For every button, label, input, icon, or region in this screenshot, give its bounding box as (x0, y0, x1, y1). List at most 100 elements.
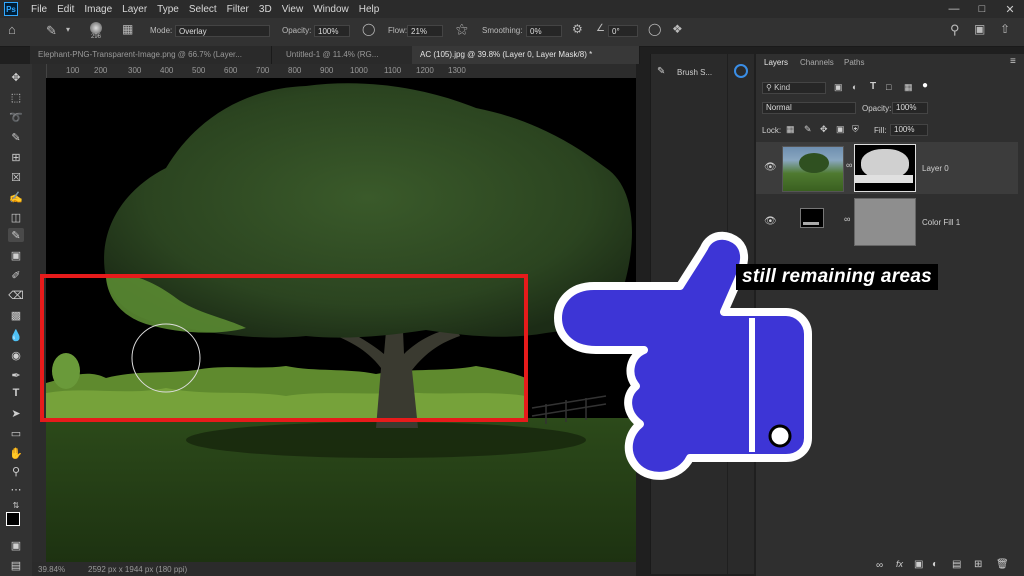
swap-colors-icon[interactable]: ⇅ (8, 498, 24, 512)
link-icon[interactable]: ∞ (846, 160, 852, 170)
smoothing-field[interactable]: 0% (526, 25, 562, 37)
brush-tool-icon[interactable]: ✎ (46, 23, 57, 39)
more-tools-icon[interactable]: ⋯ (8, 482, 24, 496)
move-tool-icon[interactable]: ✥ (8, 70, 24, 84)
tab-ac105[interactable]: AC (105).jpg @ 39.8% (Layer 0, Layer Mas… (412, 46, 640, 64)
layer-name[interactable]: Layer 0 (922, 164, 949, 173)
pen-tool-icon[interactable]: ✒ (8, 368, 24, 382)
airbrush-icon[interactable]: ⚝ (456, 22, 468, 37)
zoom-tool-icon[interactable]: ⚲ (8, 464, 24, 478)
menu-filter[interactable]: Filter (222, 4, 254, 15)
history-brush-tool-icon[interactable]: ✐ (8, 268, 24, 282)
shape-filter-icon[interactable]: □ (886, 82, 891, 92)
minimize-icon[interactable]: — (940, 0, 968, 18)
panel-menu-icon[interactable]: ≡ (1010, 56, 1016, 67)
close-icon[interactable]: ✕ (996, 0, 1024, 18)
blend-mode-dropdown[interactable]: Normal (762, 102, 856, 114)
tab-untitled[interactable]: Untitled-1 @ 11.4% (RG... (278, 46, 418, 64)
angle-field[interactable]: 0° (608, 25, 638, 37)
highlight-box (40, 274, 528, 422)
adjustment-filter-icon[interactable]: ◐ (852, 82, 857, 92)
brush-preset-picker[interactable]: 296 (86, 20, 106, 44)
eyedropper-tool-icon[interactable]: ✍ (8, 190, 24, 204)
menu-type[interactable]: Type (152, 4, 184, 15)
fill-field[interactable]: 100% (890, 124, 928, 136)
layer-mask-thumbnail[interactable] (854, 144, 916, 192)
screen-mode-icon[interactable]: ▤ (8, 558, 24, 572)
opacity-field[interactable]: 100% (314, 25, 350, 37)
brush-panel-icon[interactable]: ✎ (657, 66, 665, 77)
tab-channels[interactable]: Channels (800, 58, 834, 67)
path-select-tool-icon[interactable]: ➤ (8, 406, 24, 420)
add-mask-icon[interactable]: ▣ (914, 559, 923, 570)
stamp-tool-icon[interactable]: ▣ (8, 248, 24, 262)
link-layers-icon[interactable]: ∞ (876, 560, 883, 571)
layer-row-layer-0[interactable]: 👁 ∞ Layer 0 (756, 142, 1018, 194)
foreground-color-swatch[interactable] (6, 512, 20, 526)
tab-elephant[interactable]: Elephant-PNG-Transparent-Image.png @ 66.… (30, 46, 272, 64)
tab-paths[interactable]: Paths (844, 58, 864, 67)
gradient-tool-icon[interactable]: ▩ (8, 308, 24, 322)
menu-window[interactable]: Window (308, 4, 354, 15)
smart-object-filter-icon[interactable]: ▦ (904, 82, 913, 93)
type-filter-icon[interactable]: T (870, 81, 876, 92)
pressure-size-icon[interactable]: ◯ (648, 22, 661, 36)
brush-tool-icon[interactable]: ✎ (8, 228, 24, 242)
share-icon[interactable]: ⇧ (1000, 22, 1010, 36)
symmetry-icon[interactable]: ❖ (672, 22, 683, 36)
fx-icon[interactable]: fx (896, 559, 903, 569)
menu-select[interactable]: Select (184, 4, 222, 15)
eraser-tool-icon[interactable]: ⌫ (8, 288, 24, 302)
menu-view[interactable]: View (277, 4, 309, 15)
adjustment-layer-icon[interactable]: ◐ (932, 559, 938, 570)
lasso-tool-icon[interactable]: ➰ (8, 110, 24, 124)
lock-transparent-icon[interactable]: ▦ (786, 124, 795, 135)
menu-3d[interactable]: 3D (254, 4, 277, 15)
link-icon[interactable]: ∞ (844, 214, 850, 224)
menu-file[interactable]: File (26, 4, 52, 15)
group-folder-icon[interactable]: ▤ (952, 559, 961, 570)
lock-artboard-icon[interactable]: ▣ (836, 124, 845, 135)
home-icon[interactable]: ⌂ (8, 22, 16, 37)
maximize-icon[interactable]: □ (968, 0, 996, 18)
menu-image[interactable]: Image (79, 4, 117, 15)
new-layer-icon[interactable]: ⊞ (974, 559, 982, 570)
brush-settings-icon[interactable]: ▦ (122, 22, 133, 36)
chevron-down-icon[interactable]: ▾ (66, 25, 70, 34)
smoothing-options-icon[interactable]: ⚙ (572, 22, 583, 36)
hand-tool-icon[interactable]: ✋ (8, 446, 24, 460)
layer-name[interactable]: Color Fill 1 (922, 218, 960, 227)
marquee-tool-icon[interactable]: ⬚ (8, 90, 24, 104)
zoom-level[interactable]: 39.84% (38, 565, 65, 574)
lock-pixels-icon[interactable]: ✎ (804, 124, 812, 135)
healing-tool-icon[interactable]: ◫ (8, 210, 24, 224)
menu-help[interactable]: Help (354, 4, 385, 15)
workspace-icon[interactable]: ▣ (974, 22, 985, 36)
pressure-opacity-icon[interactable]: ◯ (362, 22, 375, 36)
delete-layer-icon[interactable]: 🗑 (996, 559, 1009, 570)
image-filter-icon[interactable]: ▣ (834, 82, 843, 93)
menu-edit[interactable]: Edit (52, 4, 79, 15)
lock-all-icon[interactable]: ⛨ (852, 124, 859, 135)
quick-select-tool-icon[interactable]: ✎ (8, 130, 24, 144)
search-icon[interactable]: ⚲ (950, 22, 960, 38)
filter-toggle-icon[interactable]: ● (922, 80, 928, 91)
flow-field[interactable]: 21% (407, 25, 443, 37)
dodge-tool-icon[interactable]: ◉ (8, 348, 24, 362)
lock-position-icon[interactable]: ✥ (820, 124, 828, 135)
quick-mask-icon[interactable]: ▣ (8, 538, 24, 552)
mode-dropdown[interactable]: Overlay (175, 25, 270, 37)
frame-tool-icon[interactable]: ☒ (8, 170, 24, 184)
brush-panel-label[interactable]: Brush S... (677, 68, 712, 77)
shape-tool-icon[interactable]: ▭ (8, 426, 24, 440)
layer-mask-thumbnail[interactable] (854, 198, 916, 246)
crop-tool-icon[interactable]: ⊞ (8, 150, 24, 164)
layer-filter-dropdown[interactable]: ⚲ Kind (762, 82, 826, 94)
layer-opacity-field[interactable]: 100% (892, 102, 928, 114)
color-wheel-icon[interactable] (734, 64, 748, 78)
tab-layers[interactable]: Layers (764, 58, 788, 67)
visibility-eye-icon[interactable]: 👁 (764, 162, 777, 173)
menu-layer[interactable]: Layer (117, 4, 152, 15)
type-tool-icon[interactable]: T (8, 386, 24, 400)
blur-tool-icon[interactable]: 💧 (8, 328, 24, 342)
